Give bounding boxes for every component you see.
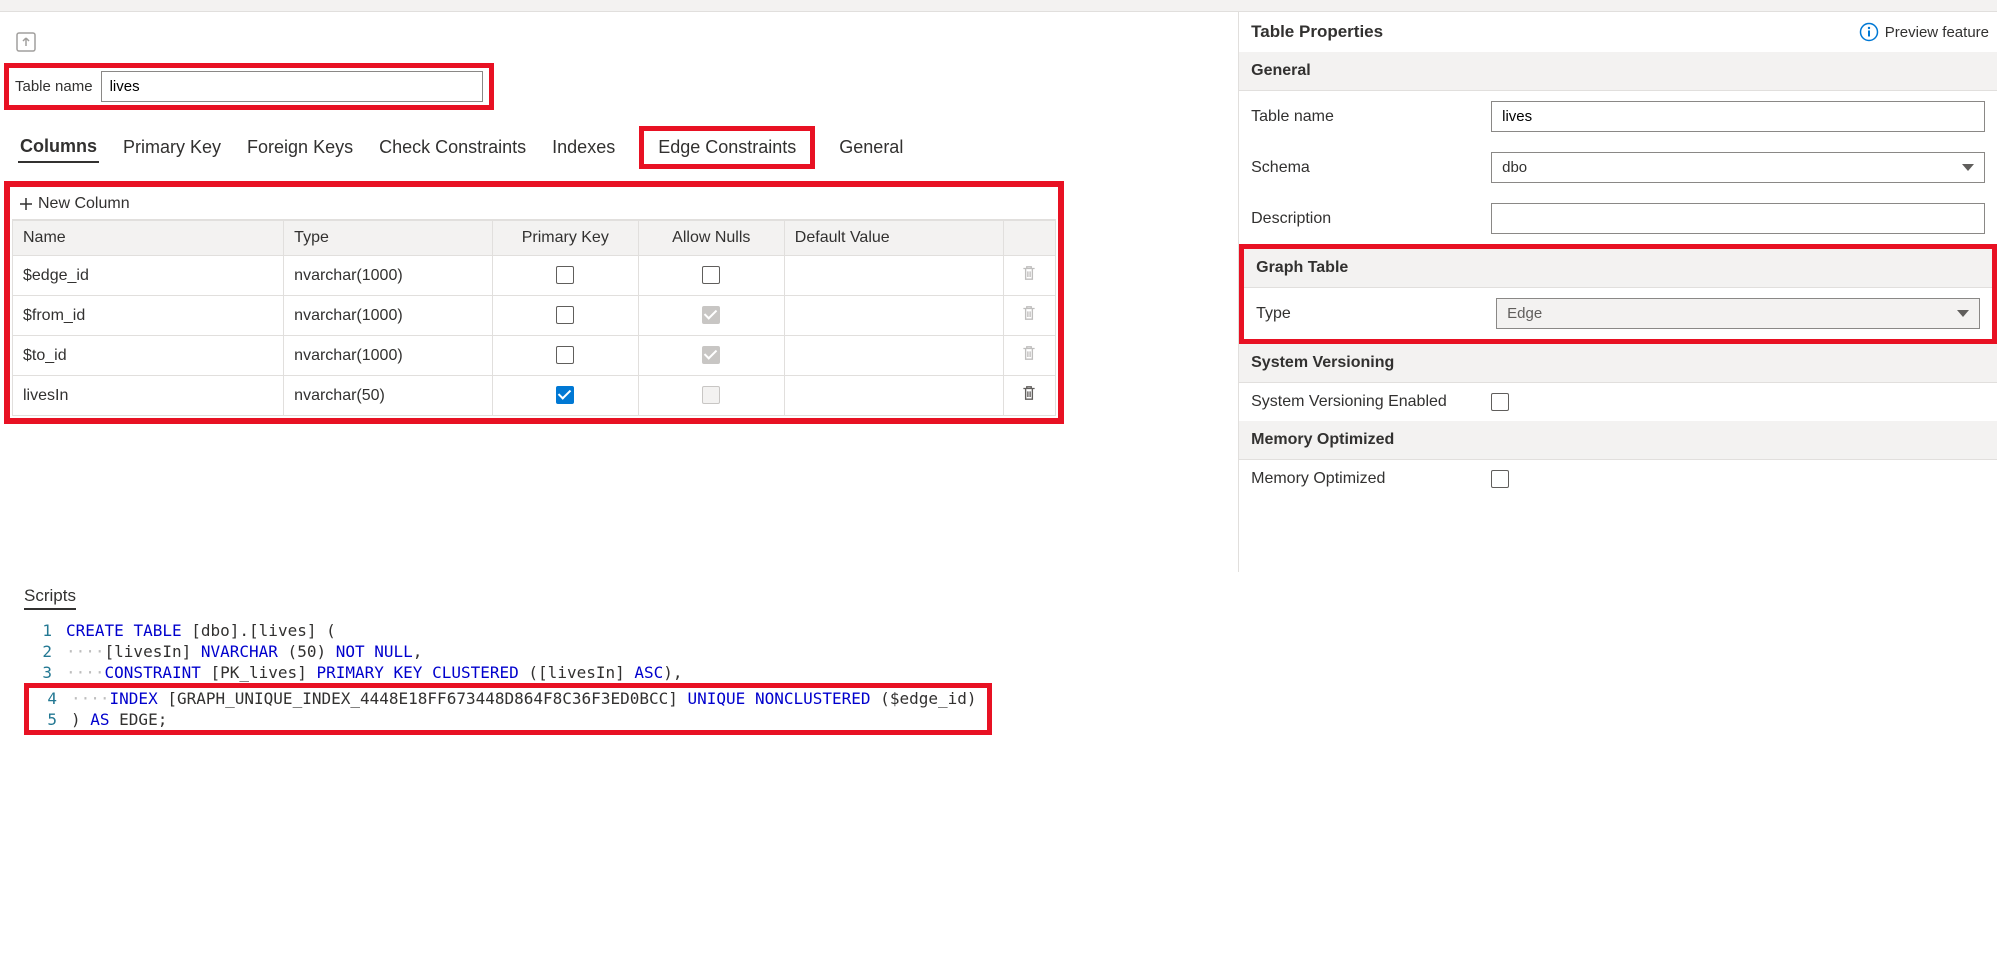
cell-default[interactable] — [784, 376, 1003, 416]
top-bar — [0, 0, 1997, 12]
tab-indexes[interactable]: Indexes — [550, 133, 617, 162]
cell-pk[interactable] — [492, 336, 638, 376]
pk-checkbox[interactable] — [556, 386, 574, 404]
pk-checkbox[interactable] — [556, 346, 574, 364]
prop-table-name-label: Table name — [1251, 108, 1491, 126]
cell-actions — [1003, 256, 1055, 296]
chevron-down-icon — [1962, 164, 1974, 171]
chevron-down-icon — [1957, 310, 1969, 317]
col-header-name: Name — [13, 221, 284, 256]
col-header-type: Type — [284, 221, 493, 256]
cell-actions — [1003, 336, 1055, 376]
trash-icon — [1020, 264, 1038, 282]
trash-icon — [1020, 344, 1038, 362]
prop-type-label: Type — [1256, 305, 1496, 323]
table-row[interactable]: $to_id nvarchar(1000) — [13, 336, 1056, 376]
line-number: 3 — [24, 663, 52, 682]
cell-default[interactable] — [784, 336, 1003, 376]
plus-icon — [18, 196, 34, 212]
cell-nulls[interactable] — [638, 376, 784, 416]
cell-name[interactable]: livesIn — [13, 376, 284, 416]
info-icon — [1859, 22, 1879, 42]
trash-icon — [1020, 304, 1038, 322]
prop-sysver-label: System Versioning Enabled — [1251, 393, 1491, 411]
pk-checkbox[interactable] — [556, 266, 574, 284]
nulls-checkbox[interactable] — [702, 306, 720, 324]
tab-foreign-keys[interactable]: Foreign Keys — [245, 133, 355, 162]
highlighted-script-lines: 4····INDEX [GRAPH_UNIQUE_INDEX_4448E18FF… — [24, 683, 992, 735]
prop-description-input[interactable] — [1491, 203, 1985, 234]
table-name-row: Table name — [4, 63, 494, 110]
cell-actions — [1003, 376, 1055, 416]
tab-general[interactable]: General — [837, 133, 905, 162]
prop-schema-select[interactable]: dbo — [1491, 152, 1985, 183]
tab-edge-constraints[interactable]: Edge Constraints — [639, 126, 815, 169]
graph-table-section: Graph Table Type Edge — [1239, 244, 1997, 344]
designer-tabs: Columns Primary Key Foreign Keys Check C… — [8, 126, 1230, 169]
cell-actions — [1003, 296, 1055, 336]
cell-type[interactable]: nvarchar(1000) — [284, 296, 493, 336]
columns-table: Name Type Primary Key Allow Nulls Defaul… — [12, 220, 1056, 416]
table-row[interactable]: $edge_id nvarchar(1000) — [13, 256, 1056, 296]
cell-type[interactable]: nvarchar(1000) — [284, 256, 493, 296]
cell-type[interactable]: nvarchar(1000) — [284, 336, 493, 376]
scripts-panel: Scripts 1CREATE TABLE [dbo].[lives] (2··… — [0, 572, 1997, 749]
prop-description-label: Description — [1251, 210, 1491, 228]
tab-primary-key[interactable]: Primary Key — [121, 133, 223, 162]
properties-panel: Table Properties General Table name Sche… — [1238, 12, 1997, 572]
cell-default[interactable] — [784, 296, 1003, 336]
new-column-label: New Column — [38, 195, 130, 213]
cell-pk[interactable] — [492, 256, 638, 296]
cell-name[interactable]: $edge_id — [13, 256, 284, 296]
section-graph-table: Graph Table — [1244, 249, 1992, 288]
preview-feature-label: Preview feature — [1885, 24, 1989, 41]
prop-type-select: Edge — [1496, 298, 1980, 329]
cell-nulls[interactable] — [638, 256, 784, 296]
prop-memopt-checkbox[interactable] — [1491, 470, 1509, 488]
cell-type[interactable]: nvarchar(50) — [284, 376, 493, 416]
col-header-default: Default Value — [784, 221, 1003, 256]
columns-table-container: New Column Name Type Primary Key Allow N… — [4, 181, 1064, 424]
prop-schema-label: Schema — [1251, 159, 1491, 177]
prop-table-name-input[interactable] — [1491, 101, 1985, 132]
cell-pk[interactable] — [492, 296, 638, 336]
section-memory-optimized: Memory Optimized — [1239, 421, 1997, 460]
nulls-checkbox[interactable] — [702, 346, 720, 364]
pk-checkbox[interactable] — [556, 306, 574, 324]
table-row[interactable]: livesIn nvarchar(50) — [13, 376, 1056, 416]
line-number: 2 — [24, 642, 52, 661]
table-row[interactable]: $from_id nvarchar(1000) — [13, 296, 1056, 336]
tab-check-constraints[interactable]: Check Constraints — [377, 133, 528, 162]
col-header-pk: Primary Key — [492, 221, 638, 256]
line-number: 5 — [29, 710, 57, 729]
col-header-actions — [1003, 221, 1055, 256]
cell-name[interactable]: $to_id — [13, 336, 284, 376]
tab-columns[interactable]: Columns — [18, 132, 99, 163]
prop-type-value: Edge — [1507, 305, 1542, 322]
cell-name[interactable]: $from_id — [13, 296, 284, 336]
table-name-input[interactable] — [101, 71, 483, 102]
section-system-versioning: System Versioning — [1239, 344, 1997, 383]
cell-nulls[interactable] — [638, 336, 784, 376]
nulls-checkbox[interactable] — [702, 266, 720, 284]
col-header-nulls: Allow Nulls — [638, 221, 784, 256]
line-number: 4 — [29, 689, 57, 708]
trash-icon[interactable] — [1020, 384, 1038, 402]
cell-pk[interactable] — [492, 376, 638, 416]
prop-sysver-checkbox[interactable] — [1491, 393, 1509, 411]
prop-memopt-label: Memory Optimized — [1251, 470, 1491, 488]
cell-nulls[interactable] — [638, 296, 784, 336]
publish-icon[interactable] — [14, 30, 38, 54]
prop-schema-value: dbo — [1502, 159, 1527, 176]
script-code: 1CREATE TABLE [dbo].[lives] (2····[lives… — [24, 620, 1973, 735]
new-column-button[interactable]: New Column — [12, 189, 1056, 220]
section-general: General — [1239, 52, 1997, 91]
scripts-title: Scripts — [24, 586, 76, 610]
nulls-checkbox[interactable] — [702, 386, 720, 404]
preview-feature-badge: Preview feature — [1859, 22, 1989, 42]
cell-default[interactable] — [784, 256, 1003, 296]
table-name-label: Table name — [15, 78, 93, 95]
line-number: 1 — [24, 621, 52, 640]
